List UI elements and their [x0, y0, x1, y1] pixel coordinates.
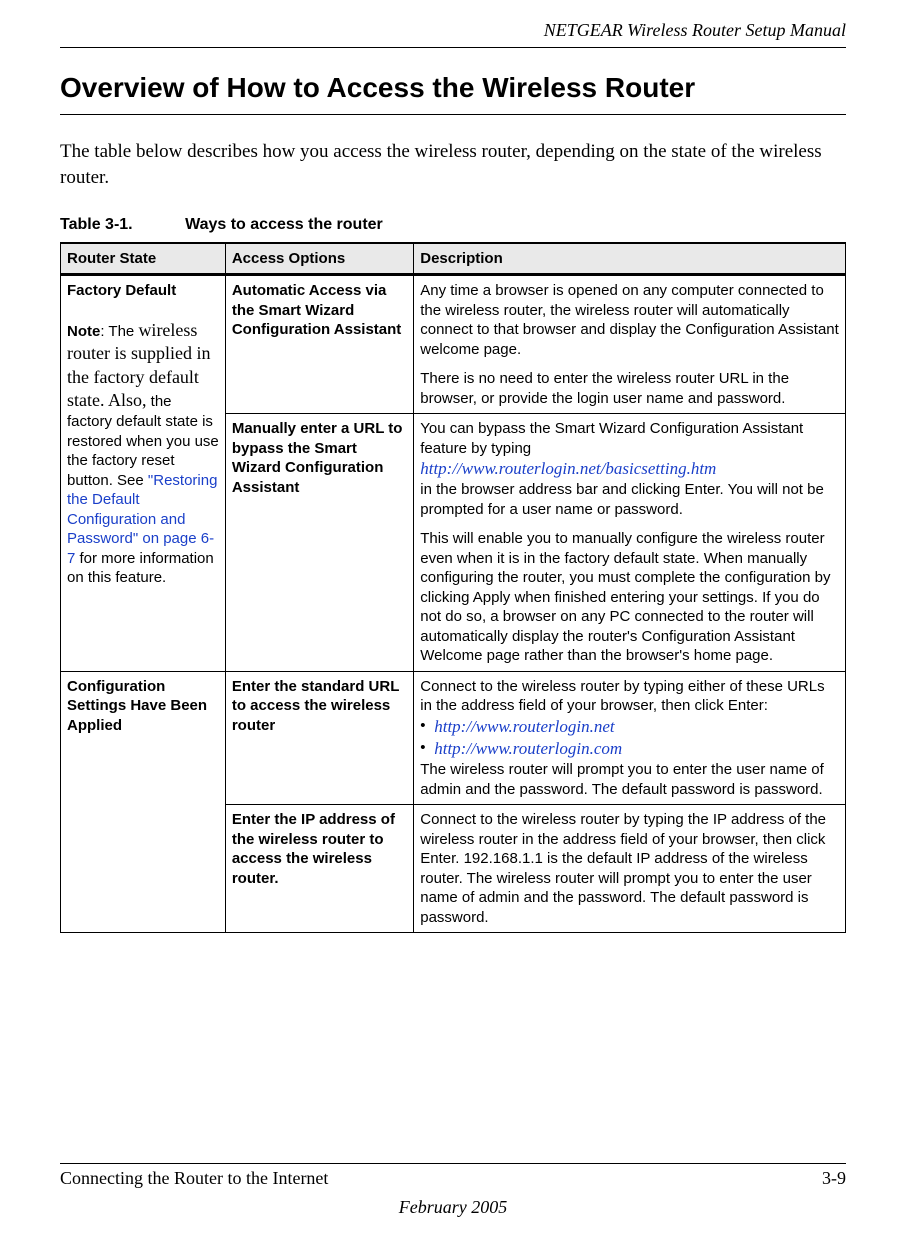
cell-description: Connect to the wireless router by typing…	[414, 805, 846, 933]
url-link[interactable]: http://www.routerlogin.com	[434, 738, 622, 760]
desc-p2: There is no need to enter the wireless r…	[420, 369, 839, 408]
cell-access-option: Enter the standard URL to access the wir…	[225, 671, 413, 804]
table-caption: Table 3-1. Ways to access the router	[60, 216, 846, 234]
cell-access-option: Enter the IP address of the wireless rou…	[225, 805, 413, 933]
desc-p1: Any time a browser is opened on any comp…	[420, 281, 839, 359]
table-title: Ways to access the router	[185, 216, 383, 233]
page-footer: Connecting the Router to the Internet 3-…	[60, 1163, 846, 1218]
cell-access-option: Manually enter a URL to bypass the Smart…	[225, 414, 413, 672]
cell-router-state: Configuration Settings Have Been Applied	[61, 671, 226, 932]
intro-paragraph: The table below describes how you access…	[60, 139, 846, 190]
desc-p2: This will enable you to manually configu…	[420, 529, 839, 666]
bullet-icon: •	[420, 716, 434, 738]
desc-tail: The wireless router will prompt you to e…	[420, 760, 839, 799]
cell-description: Connect to the wireless router by typing…	[414, 671, 846, 804]
note-lead: : The	[100, 323, 138, 340]
table-row: Configuration Settings Have Been Applied…	[61, 671, 846, 804]
footer-section: Connecting the Router to the Internet	[60, 1168, 328, 1189]
divider	[60, 47, 846, 48]
document-header-title: NETGEAR Wireless Router Setup Manual	[60, 0, 846, 47]
access-table: Router State Access Options Description …	[60, 242, 846, 933]
desc-lead: Connect to the wireless router by typing…	[420, 677, 839, 716]
table-number: Table 3-1.	[60, 216, 133, 234]
divider	[60, 1163, 846, 1164]
desc-after-url: in the browser address bar and clicking …	[420, 481, 824, 518]
cell-description: You can bypass the Smart Wizard Configur…	[414, 414, 846, 672]
bullet-item: • http://www.routerlogin.com	[420, 738, 839, 760]
url-link[interactable]: http://www.routerlogin.net	[434, 716, 614, 738]
table-header-row: Router State Access Options Description	[61, 243, 846, 275]
url-link[interactable]: http://www.routerlogin.net/basicsetting.…	[420, 459, 716, 478]
cell-router-state: Factory Default Note: The wireless route…	[61, 275, 226, 672]
footer-date: February 2005	[60, 1197, 846, 1218]
cell-access-option: Automatic Access via the Smart Wizard Co…	[225, 275, 413, 414]
cell-description: Any time a browser is opened on any comp…	[414, 275, 846, 414]
desc-block: You can bypass the Smart Wizard Configur…	[420, 419, 839, 519]
th-access-options: Access Options	[225, 243, 413, 275]
state-note: Note: The wireless router is supplied in…	[67, 319, 219, 588]
bullet-icon: •	[420, 738, 434, 760]
bullet-item: • http://www.routerlogin.net	[420, 716, 839, 738]
table-row: Factory Default Note: The wireless route…	[61, 275, 846, 414]
desc-lead: You can bypass the Smart Wizard Configur…	[420, 420, 803, 457]
footer-page-number: 3-9	[822, 1168, 846, 1189]
divider	[60, 114, 846, 115]
th-description: Description	[414, 243, 846, 275]
state-title: Factory Default	[67, 281, 219, 301]
th-router-state: Router State	[61, 243, 226, 275]
note-end: for more information on this feature.	[67, 550, 214, 587]
page-heading: Overview of How to Access the Wireless R…	[60, 64, 846, 108]
note-label: Note	[67, 323, 100, 340]
